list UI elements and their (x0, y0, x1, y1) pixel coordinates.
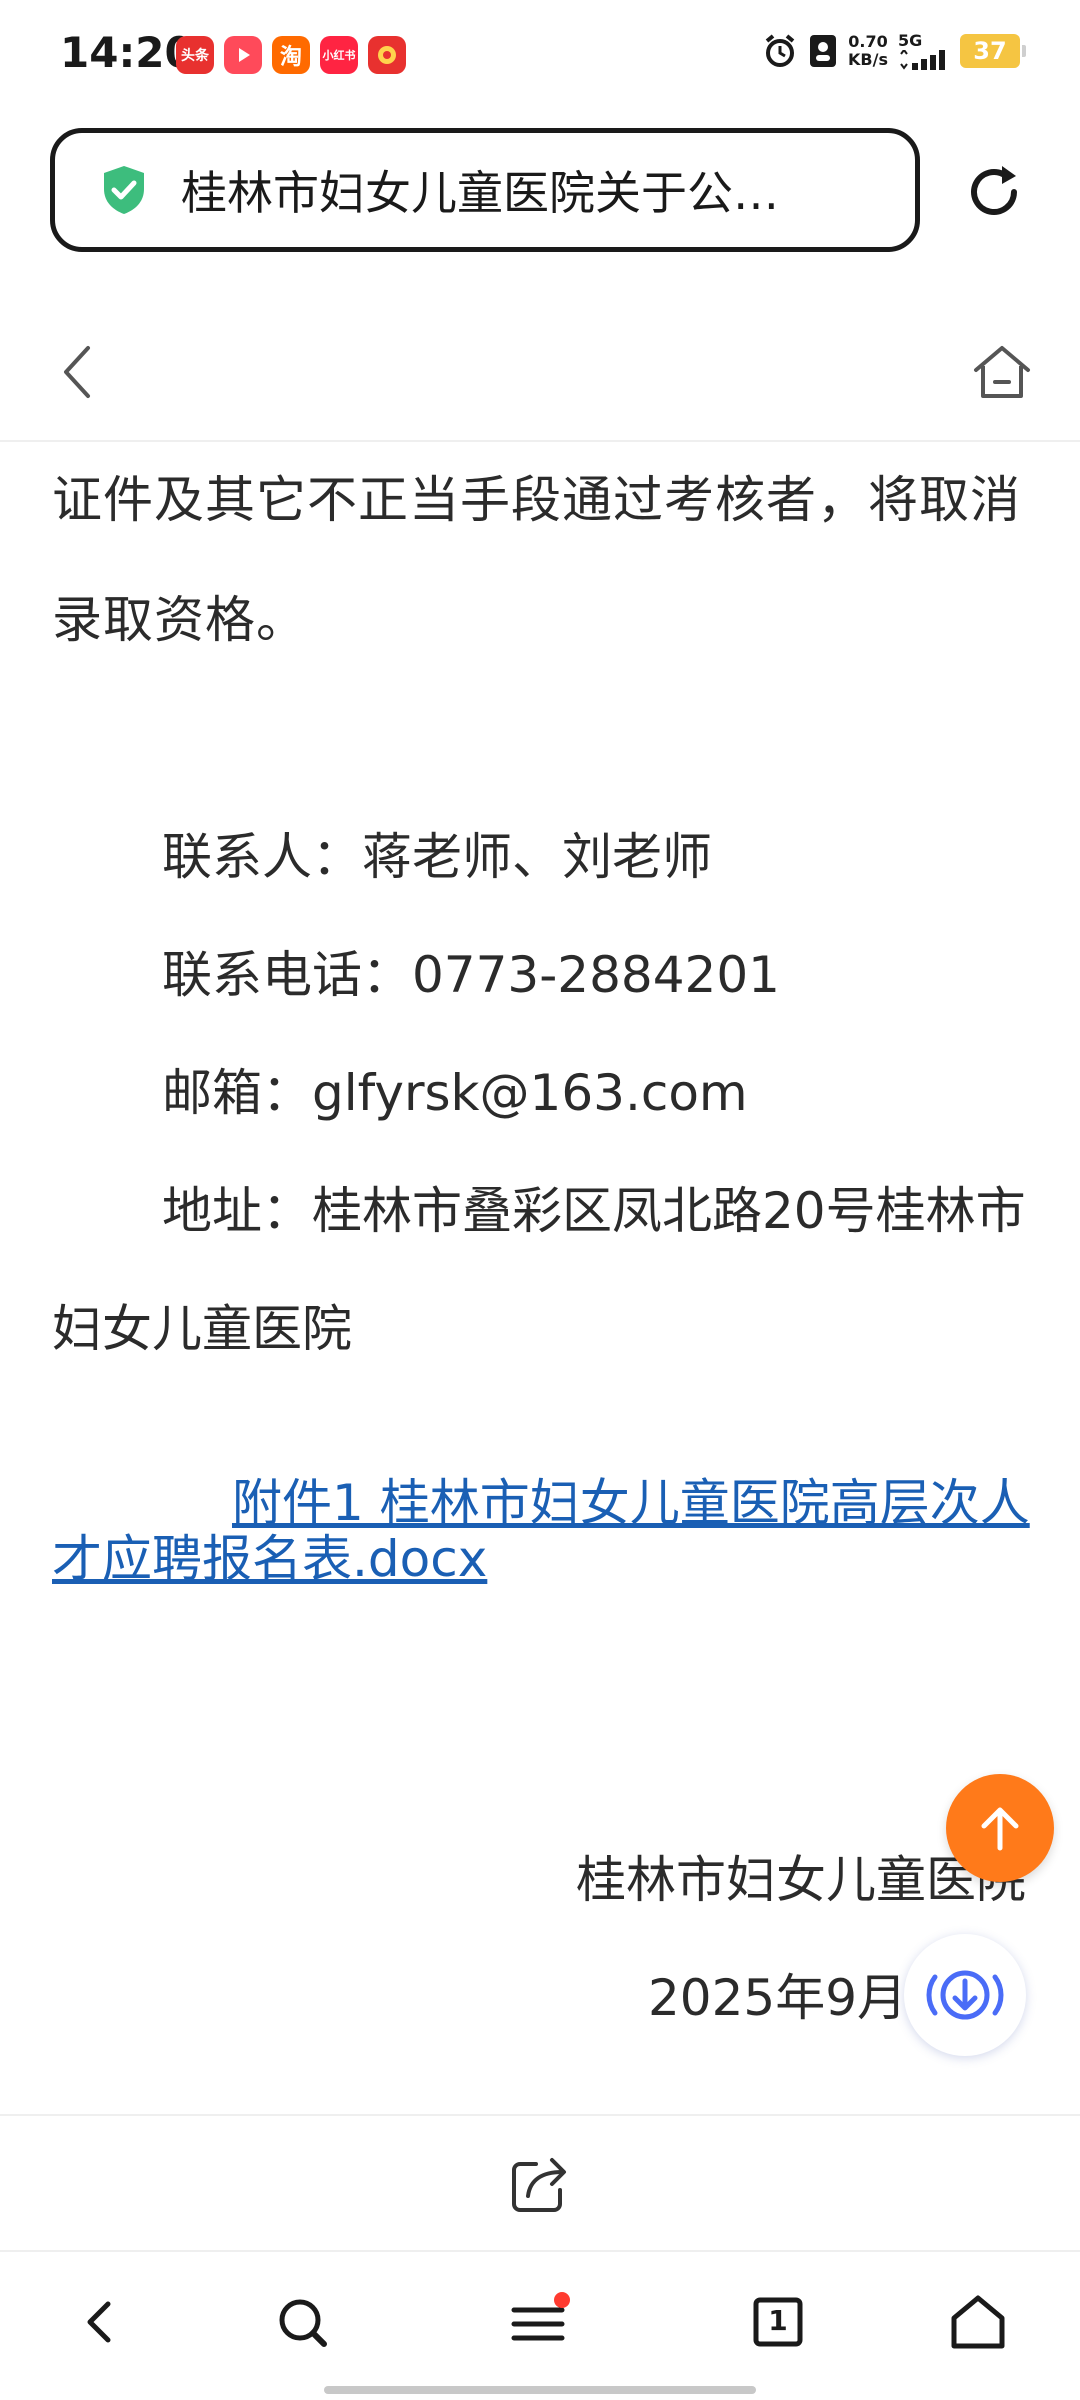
shield-check-icon (104, 166, 144, 214)
contact-phone: 联系电话：0773-2884201 (162, 946, 780, 1004)
status-indicators: 0.70 KB/s 5G 37 (762, 32, 1026, 70)
signature-date: 2025年9月 (648, 1969, 908, 2027)
red-envelope-app-icon (368, 36, 406, 74)
read-aloud-button[interactable] (904, 1934, 1026, 2056)
reload-icon[interactable] (962, 160, 1026, 224)
toutiao-app-icon: 头条 (176, 36, 214, 74)
nav-back-icon[interactable] (68, 2290, 132, 2354)
share-icon[interactable] (506, 2150, 574, 2218)
taobao-app-icon: 淘 (272, 36, 310, 74)
contact-email: 邮箱：glfyrsk@163.com (162, 1064, 748, 1122)
network-speed-value: 0.70 (848, 32, 888, 51)
contact-address: 地址：桂林市叠彩区凤北路20号桂林市妇女儿童医院 (52, 1182, 1026, 1358)
attachment-link[interactable]: 附件1 桂林市妇女儿童医院高层次人才应聘报名表.docx (52, 1475, 1032, 1587)
search-icon[interactable] (270, 2290, 334, 2354)
page-toolbar (0, 300, 1080, 442)
bottom-navigation: 1 (0, 2250, 1080, 2400)
network-speed: 0.70 KB/s (848, 33, 888, 69)
browser-page: 14:20 头条 淘 小红书 0.70 KB/s 5G 37 桂林市妇女儿童医院… (0, 0, 1080, 2400)
network-type: 5G (898, 31, 923, 50)
share-bar (0, 2114, 1080, 2252)
arrow-up-icon (981, 1807, 1019, 1851)
menu-icon[interactable] (506, 2290, 570, 2354)
home-indicator[interactable] (324, 2386, 756, 2394)
audio-download-icon (926, 1970, 1004, 2020)
xiaohongshu-app-icon: 小红书 (320, 36, 358, 74)
contact-card-icon (810, 35, 837, 67)
tab-count: 1 (768, 2304, 788, 2337)
page-title[interactable]: 桂林市妇女儿童医院关于公… (181, 157, 831, 223)
network-speed-unit: KB/s (848, 50, 888, 69)
signal-icon (900, 50, 945, 70)
home-icon[interactable] (946, 2290, 1010, 2354)
contact-person: 联系人：蒋老师、刘老师 (162, 828, 712, 886)
scroll-to-top-button[interactable] (946, 1774, 1054, 1882)
paragraph-text: 证件及其它不正当手段通过考核者，将取消录取资格。 (52, 471, 1021, 649)
alarm-icon (765, 34, 795, 67)
status-app-icons: 头条 淘 小红书 (176, 36, 406, 74)
back-icon[interactable] (56, 340, 100, 404)
menu-badge (554, 2292, 570, 2308)
tabs-button[interactable]: 1 (746, 2290, 810, 2354)
address-bar[interactable]: 桂林市妇女儿童医院关于公… (50, 128, 920, 252)
signal-group: 5G (898, 32, 950, 70)
status-time: 14:20 (60, 28, 194, 77)
video-app-icon (224, 36, 262, 74)
article-content: 证件及其它不正当手段通过考核者，将取消录取资格。 联系人：蒋老师、刘老师 联系电… (52, 440, 1028, 1388)
status-bar: 14:20 头条 淘 小红书 0.70 KB/s 5G 37 (0, 0, 1080, 110)
battery-indicator: 37 (960, 34, 1026, 68)
home-outline-icon[interactable] (970, 340, 1034, 404)
